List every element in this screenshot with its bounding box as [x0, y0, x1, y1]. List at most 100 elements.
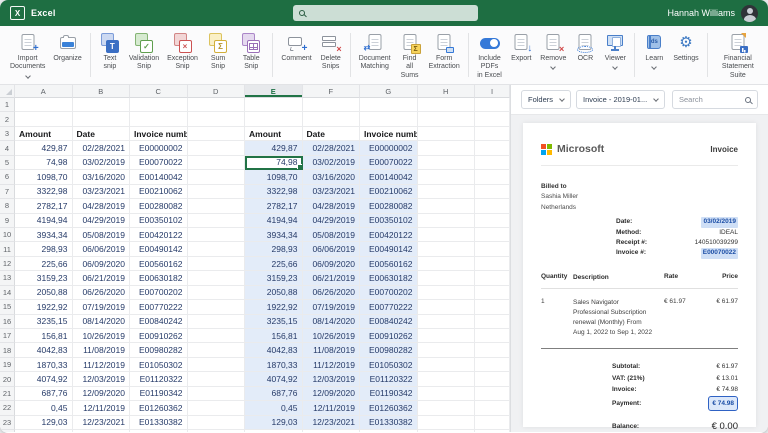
cell-D19[interactable] [188, 358, 246, 372]
cell-C20[interactable]: E01120322 [130, 372, 188, 386]
column-header-D[interactable]: D [188, 85, 246, 98]
row-header-8[interactable]: 8 [0, 199, 15, 213]
column-header-I[interactable]: I [475, 85, 510, 98]
cell-D23[interactable] [188, 416, 246, 430]
cell-C16[interactable]: E00840242 [130, 315, 188, 329]
cell-D18[interactable] [188, 343, 246, 357]
cell-I22[interactable] [475, 401, 510, 415]
ribbon-button-viewer[interactable]: Viewer [600, 31, 630, 69]
cell-E19[interactable]: 1870,33 [245, 358, 303, 372]
cell-I23[interactable] [475, 416, 510, 430]
cell-C14[interactable]: E00700202 [130, 286, 188, 300]
cell-F15[interactable]: 07/19/2019 [303, 300, 361, 314]
cell-B20[interactable]: 12/03/2019 [73, 372, 131, 386]
cell-A4[interactable]: 429,87 [15, 141, 73, 155]
titlebar-search-input[interactable] [293, 5, 478, 21]
cell-G21[interactable]: E01190342 [360, 387, 418, 401]
cell-G23[interactable]: E01330382 [360, 416, 418, 430]
cell-B3[interactable]: Date [73, 127, 131, 141]
cell-H2[interactable] [418, 112, 476, 126]
cell-I6[interactable] [475, 170, 510, 184]
cell-B6[interactable]: 03/16/2020 [73, 170, 131, 184]
cell-I18[interactable] [475, 343, 510, 357]
cell-A1[interactable] [15, 98, 73, 112]
row-header-9[interactable]: 9 [0, 214, 15, 228]
ribbon-button-sum-snip[interactable]: ΣSum Snip [202, 31, 234, 72]
cell-I7[interactable] [475, 185, 510, 199]
ribbon-button-remove[interactable]: ×Remove [536, 31, 570, 69]
cell-D10[interactable] [188, 228, 246, 242]
cell-F9[interactable]: 04/29/2019 [303, 214, 361, 228]
cell-G18[interactable]: E00980282 [360, 343, 418, 357]
row-header-20[interactable]: 20 [0, 372, 15, 386]
cell-I16[interactable] [475, 315, 510, 329]
cell-B12[interactable]: 06/09/2020 [73, 257, 131, 271]
cell-E10[interactable]: 3934,34 [245, 228, 303, 242]
cell-F5[interactable]: 03/02/2019 [303, 156, 361, 170]
cell-B1[interactable] [73, 98, 131, 112]
select-all-corner[interactable] [0, 85, 15, 98]
cell-A5[interactable]: 74,98 [15, 156, 73, 170]
cell-H21[interactable] [418, 387, 476, 401]
cell-B11[interactable]: 06/06/2019 [73, 242, 131, 256]
cell-I21[interactable] [475, 387, 510, 401]
cell-G12[interactable]: E00560162 [360, 257, 418, 271]
cell-A10[interactable]: 3934,34 [15, 228, 73, 242]
cell-A22[interactable]: 0,45 [15, 401, 73, 415]
cell-C12[interactable]: E00560162 [130, 257, 188, 271]
cell-E5[interactable]: 74,98 [245, 156, 303, 170]
cell-G14[interactable]: E00700202 [360, 286, 418, 300]
cell-F22[interactable]: 12/11/2019 [303, 401, 361, 415]
cell-I4[interactable] [475, 141, 510, 155]
cell-H15[interactable] [418, 300, 476, 314]
cell-D2[interactable] [188, 112, 246, 126]
row-header-2[interactable]: 2 [0, 112, 15, 126]
cell-I24[interactable] [475, 430, 510, 432]
cell-G1[interactable] [360, 98, 418, 112]
cell-D20[interactable] [188, 372, 246, 386]
cell-D8[interactable] [188, 199, 246, 213]
cell-I15[interactable] [475, 300, 510, 314]
cell-A17[interactable]: 156,81 [15, 329, 73, 343]
cell-H10[interactable] [418, 228, 476, 242]
ribbon-button-text-snip[interactable]: TText snip [95, 31, 125, 72]
cell-E21[interactable]: 687,76 [245, 387, 303, 401]
cell-B10[interactable]: 05/08/2019 [73, 228, 131, 242]
cell-C4[interactable]: E00000002 [130, 141, 188, 155]
cell-D13[interactable] [188, 271, 246, 285]
cell-B7[interactable]: 03/23/2021 [73, 185, 131, 199]
cell-C19[interactable]: E01050302 [130, 358, 188, 372]
row-header-7[interactable]: 7 [0, 185, 15, 199]
cell-E1[interactable] [245, 98, 303, 112]
cell-D12[interactable] [188, 257, 246, 271]
cell-C11[interactable]: E00490142 [130, 242, 188, 256]
cell-A21[interactable]: 687,76 [15, 387, 73, 401]
cell-H23[interactable] [418, 416, 476, 430]
cell-B2[interactable] [73, 112, 131, 126]
cell-B19[interactable]: 11/12/2019 [73, 358, 131, 372]
cell-C9[interactable]: E00350102 [130, 214, 188, 228]
cell-F6[interactable]: 03/16/2020 [303, 170, 361, 184]
cell-B21[interactable]: 12/09/2020 [73, 387, 131, 401]
row-header-18[interactable]: 18 [0, 343, 15, 357]
ribbon-button-settings[interactable]: ⚙Settings [669, 31, 702, 63]
cell-F24[interactable] [303, 430, 361, 432]
cell-E22[interactable]: 0,45 [245, 401, 303, 415]
row-header-1[interactable]: 1 [0, 98, 15, 112]
folders-dropdown[interactable]: Folders [521, 90, 571, 109]
cell-E3[interactable]: Amount [245, 127, 303, 141]
cell-A13[interactable]: 3159,23 [15, 271, 73, 285]
cell-H16[interactable] [418, 315, 476, 329]
cell-F8[interactable]: 04/28/2019 [303, 199, 361, 213]
cell-F1[interactable] [303, 98, 361, 112]
cell-H14[interactable] [418, 286, 476, 300]
cell-C21[interactable]: E01190342 [130, 387, 188, 401]
cell-B13[interactable]: 06/21/2019 [73, 271, 131, 285]
cell-H18[interactable] [418, 343, 476, 357]
cell-D11[interactable] [188, 242, 246, 256]
cell-C8[interactable]: E00280082 [130, 199, 188, 213]
ribbon-button-find-all-sums[interactable]: ΣFind all Sums [395, 31, 425, 80]
cell-F2[interactable] [303, 112, 361, 126]
cell-D1[interactable] [188, 98, 246, 112]
row-header-3[interactable]: 3 [0, 127, 15, 141]
